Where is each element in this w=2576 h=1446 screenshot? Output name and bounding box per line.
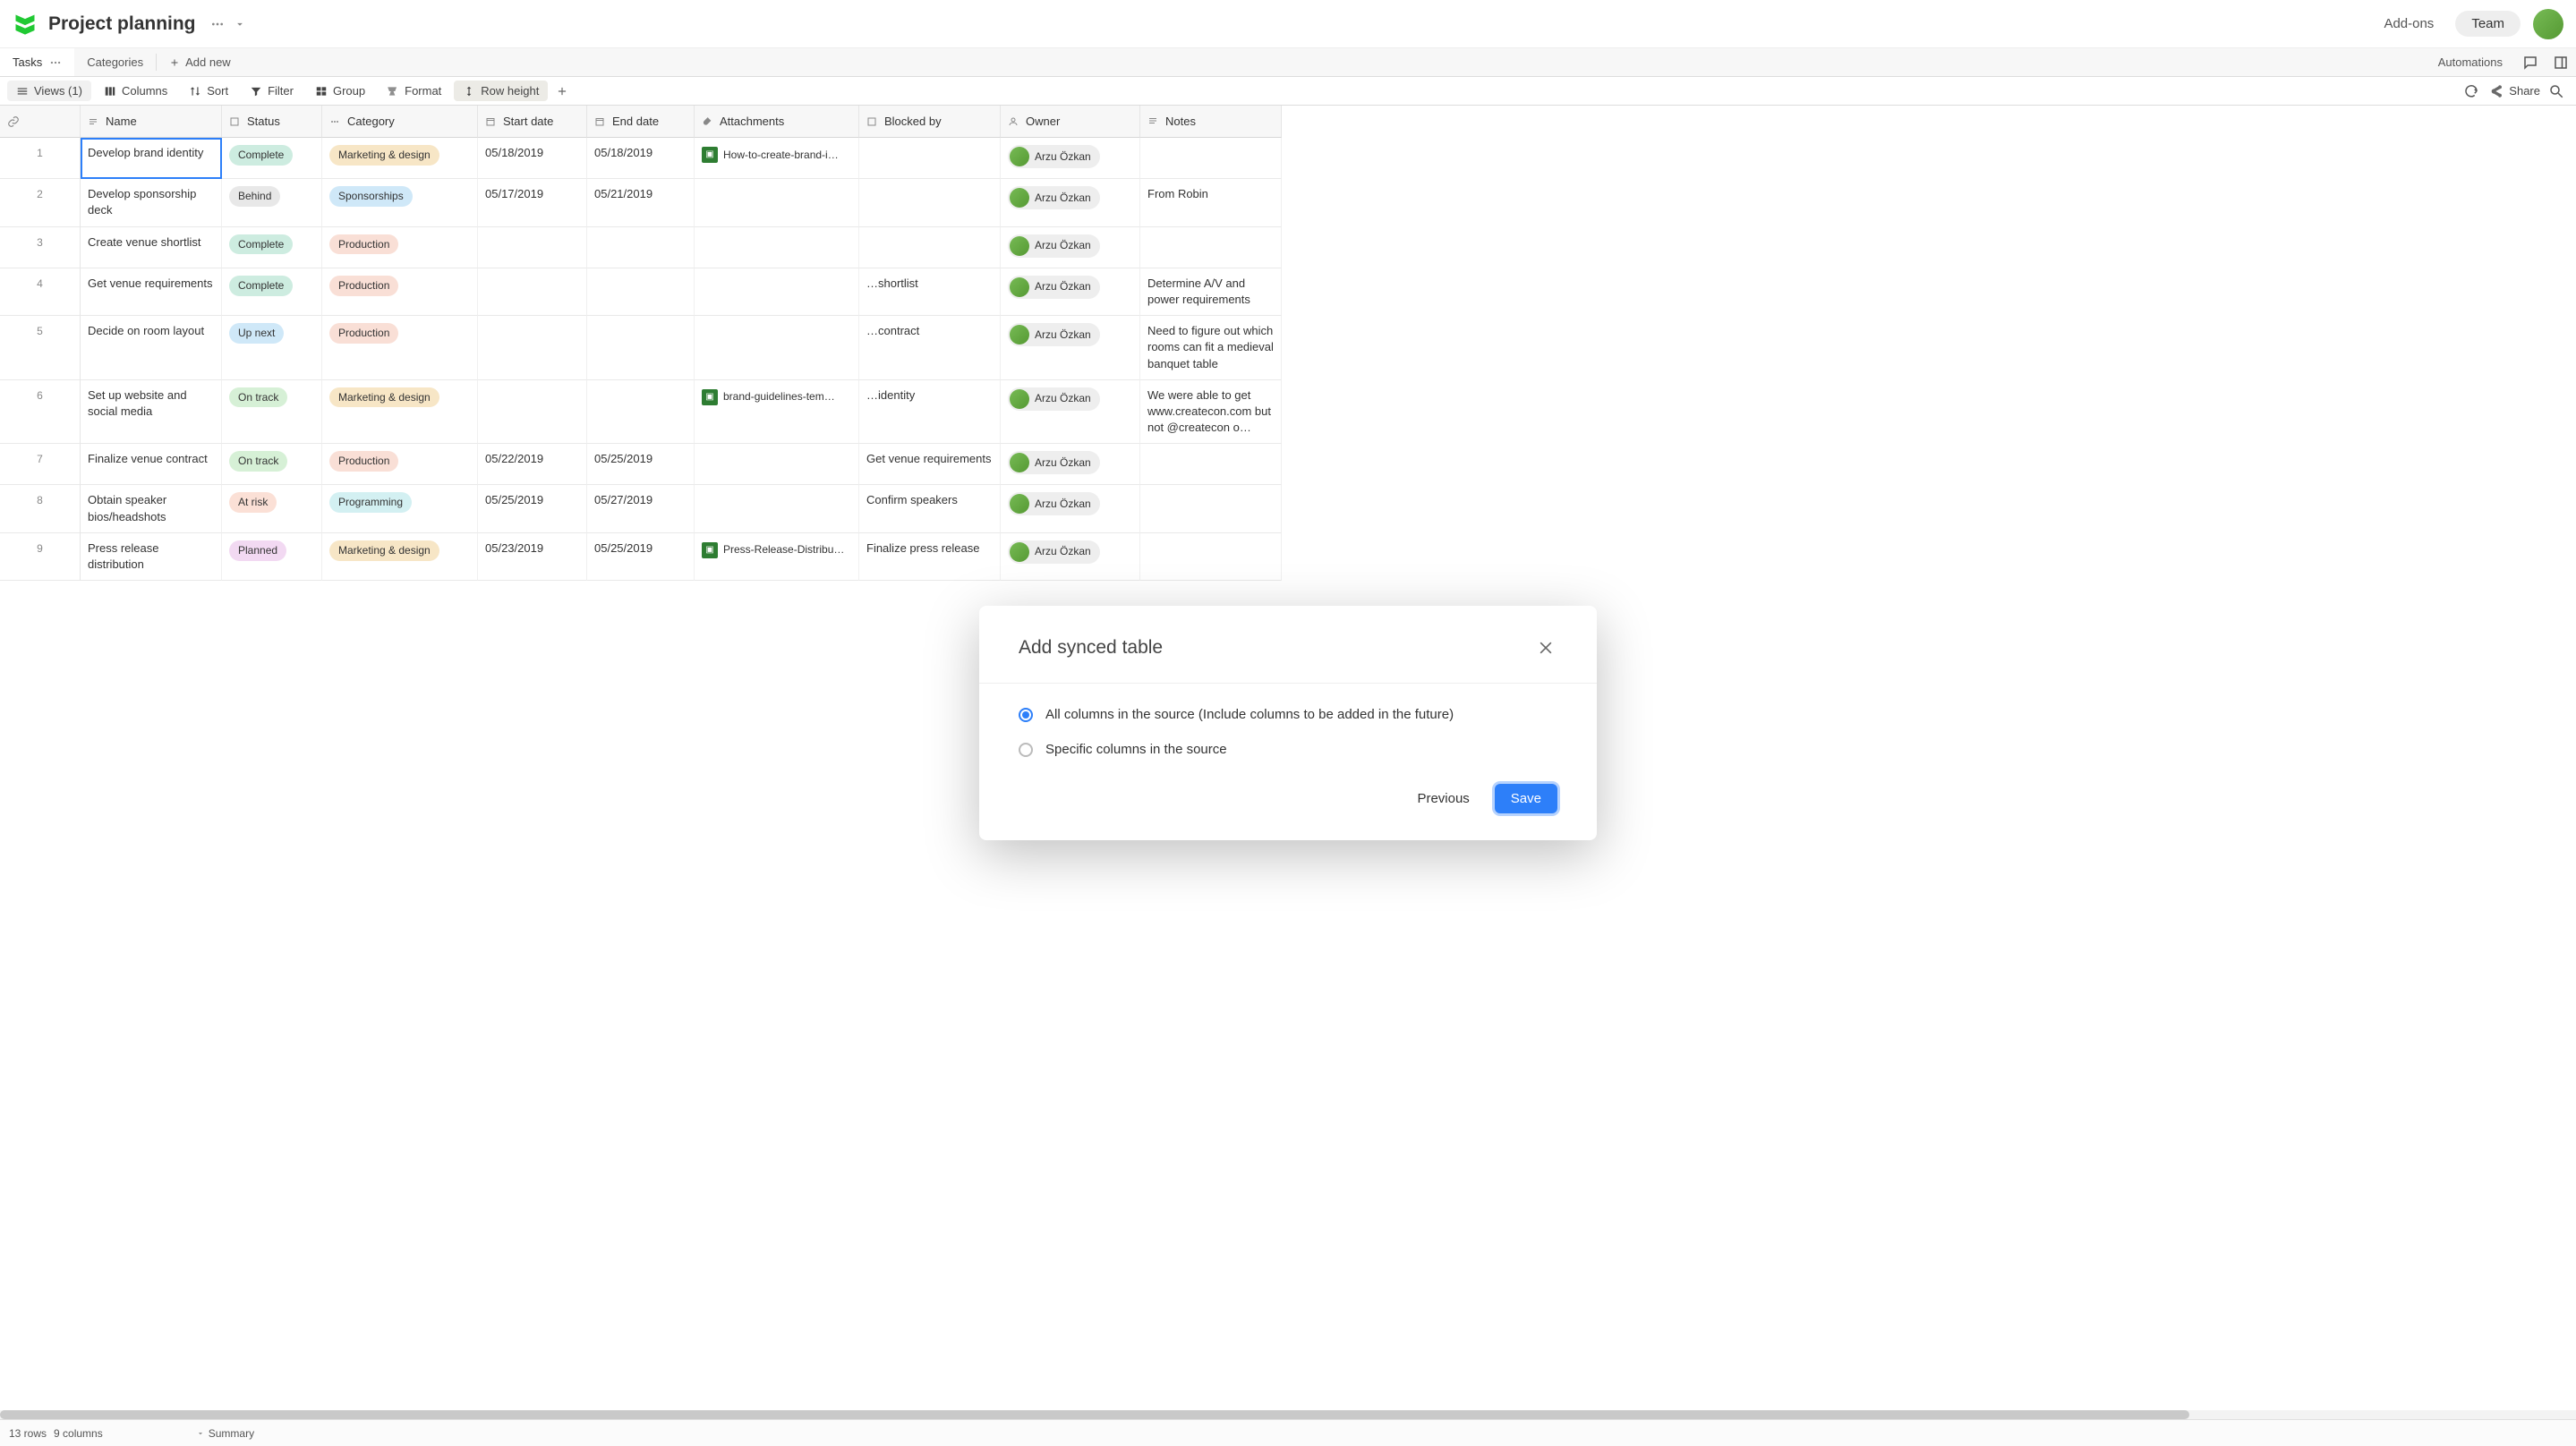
radio-unchecked-icon — [1019, 743, 1033, 757]
modal-title: Add synced table — [1019, 637, 1163, 659]
radio-specific-label: Specific columns in the source — [1045, 742, 1227, 757]
previous-button[interactable]: Previous — [1408, 784, 1478, 813]
radio-all-columns[interactable]: All columns in the source (Include colum… — [1019, 707, 1557, 722]
modal-backdrop: Add synced table All columns in the sour… — [0, 0, 2576, 1446]
add-synced-table-modal: Add synced table All columns in the sour… — [979, 606, 1597, 840]
radio-all-label: All columns in the source (Include colum… — [1045, 707, 1454, 722]
close-icon[interactable] — [1534, 636, 1557, 659]
save-button[interactable]: Save — [1495, 784, 1557, 813]
radio-specific-columns[interactable]: Specific columns in the source — [1019, 742, 1557, 757]
radio-checked-icon — [1019, 708, 1033, 722]
